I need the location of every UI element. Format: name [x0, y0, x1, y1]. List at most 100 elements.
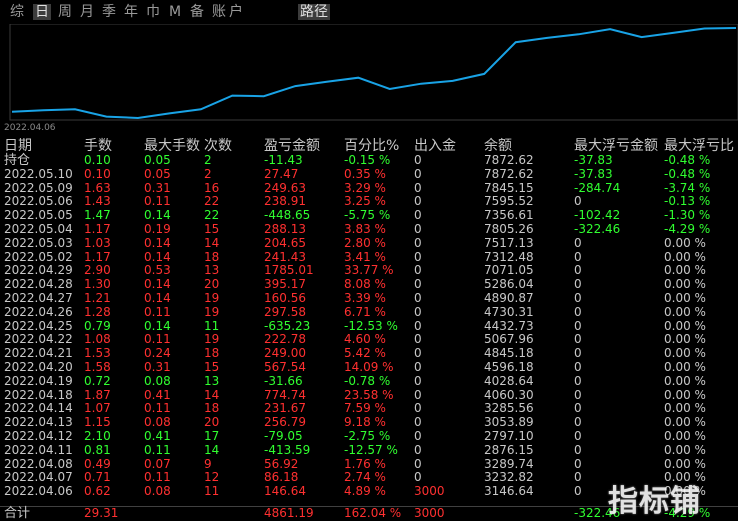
cell-maxfloatpct: 0.00 % — [664, 401, 706, 416]
cell-pnl: 27.47 — [264, 166, 299, 181]
cell-pct: 2.80 % — [344, 235, 386, 250]
cell-pnl: 241.43 — [264, 249, 306, 264]
table-row[interactable]: 2022.05.10 0.10 0.05 2 27.47 0.35 % 0 7872.62 -3… — [0, 166, 738, 182]
cell-pct: 8.08 % — [344, 277, 386, 292]
cell-balance: 4845.18 — [484, 346, 534, 361]
cell-count: 11 — [204, 484, 220, 499]
tab-summary[interactable]: 综 — [10, 4, 24, 20]
table-row[interactable]: 2022.04.18 1.87 0.41 14 774.74 23.58 % 0 4060.3… — [0, 387, 738, 403]
cell-date: 2022.04.27 — [4, 291, 73, 305]
table-row[interactable]: 2022.04.11 0.81 0.11 14 -413.59 -12.57 % 0 2876… — [0, 442, 738, 458]
table-row[interactable]: 2022.04.28 1.30 0.14 20 395.17 8.08 % 0 5286.04… — [0, 277, 738, 292]
route-button[interactable]: 路径 — [298, 4, 330, 20]
cell-balance: 5067.96 — [484, 332, 534, 347]
tab-weekly[interactable]: 周 — [58, 4, 72, 20]
table-row[interactable]: 2022.04.08 0.49 0.07 9 56.92 1.76 % 0 3289.74 0 0… — [0, 456, 738, 472]
cell-pnl: 297.58 — [264, 304, 306, 319]
cell-maxfloatpct: -1.30 % — [664, 208, 711, 223]
cell-pct: 2.74 % — [344, 470, 386, 485]
cell-date: 2022.04.25 — [4, 318, 73, 333]
cell-count: 22 — [204, 208, 220, 223]
cell-flow: 0 — [414, 429, 422, 443]
cell-flow: 3000 — [414, 484, 445, 499]
cell-balance: 4432.73 — [484, 318, 534, 333]
cell-maxfloatpct: 0.00 % — [664, 360, 706, 374]
tab-monthly[interactable]: 月 — [80, 4, 94, 20]
table-row[interactable]: 2022.04.21 1.53 0.24 18 249.00 5.42 % 0 4845.18… — [0, 346, 738, 361]
total-lots: 29.31 — [84, 506, 119, 520]
cell-maxfloatpct: 0.00 % — [664, 304, 706, 319]
cell-count: 2 — [204, 166, 212, 181]
cell-maxlots: 0.08 — [144, 373, 171, 388]
table-row[interactable]: 2022.05.05 1.47 0.14 22 -448.65 -5.75 % 0 7356.… — [0, 208, 738, 223]
cell-flow: 0 — [414, 291, 422, 305]
cell-balance: 5286.04 — [484, 277, 534, 292]
table-row[interactable]: 2022.04.20 1.58 0.31 15 567.54 14.09 % 0 4596.1… — [0, 360, 738, 375]
cell-maxfloat: 0 — [574, 249, 582, 264]
cell-date: 2022.05.06 — [4, 194, 73, 209]
table-row[interactable]: 2022.04.14 1.07 0.11 18 231.67 7.59 % 0 3285.56… — [0, 402, 738, 416]
cell-lots: 1.17 — [84, 249, 111, 264]
cell-maxfloatpct: 0.00 % — [664, 387, 706, 402]
cell-pnl: -448.65 — [264, 208, 311, 223]
cell-balance: 7595.52 — [484, 194, 534, 209]
table-row[interactable]: 2022.04.13 1.15 0.08 20 256.79 9.18 % 0 3053.89… — [0, 415, 738, 430]
cell-count: 14 — [204, 235, 220, 250]
tab-m[interactable]: M — [169, 4, 181, 20]
table-row[interactable]: 2022.04.26 1.28 0.11 19 297.58 6.71 % 0 4730.31… — [0, 304, 738, 320]
cell-maxlots: 0.11 — [144, 194, 171, 209]
cell-pct: -2.75 % — [344, 429, 391, 443]
table-row[interactable]: 2022.05.03 1.03 0.14 14 204.65 2.80 % 0 7517.13… — [0, 235, 738, 251]
tab-quarterly[interactable]: 季 — [102, 4, 116, 20]
table-row[interactable]: 2022.04.29 2.90 0.53 13 1785.01 33.77 % 0 7071.… — [0, 264, 738, 278]
cell-pct: -0.78 % — [344, 373, 391, 388]
table-row[interactable]: 2022.04.22 1.08 0.11 19 222.78 4.60 % 0 5067.96… — [0, 333, 738, 347]
tab-account[interactable]: 账 — [212, 4, 226, 20]
table-row[interactable]: 2022.04.25 0.79 0.14 11 -635.23 -12.53 % 0 4432… — [0, 318, 738, 334]
cell-maxfloat: -322.46 — [574, 222, 621, 236]
cell-count: 13 — [204, 373, 220, 388]
cell-flow: 0 — [414, 222, 422, 236]
table-row[interactable]: 2022.04.19 0.72 0.08 13 -31.66 -0.78 % 0 4028.6… — [0, 373, 738, 389]
cell-pnl: 249.63 — [264, 180, 306, 195]
cell-date: 2022.04.06 — [4, 484, 73, 499]
cell-maxfloatpct: 0.00 % — [664, 442, 706, 457]
balance-chart-panel — [0, 24, 738, 134]
cell-balance: 4060.30 — [484, 387, 534, 402]
cell-maxfloat: 0 — [574, 401, 582, 416]
cell-date: 2022.04.19 — [4, 373, 73, 388]
table-row[interactable]: 2022.05.04 1.17 0.19 15 288.13 3.83 % 0 7805.26… — [0, 222, 738, 237]
table-row-position[interactable]: 持仓 0.10 0.05 2 -11.43 -0.15 % 0 7872.62 -37.83 -0… — [0, 153, 738, 168]
cell-date: 2022.04.28 — [4, 277, 73, 292]
table-row[interactable]: 2022.05.06 1.43 0.11 22 238.91 3.25 % 0 7595.52… — [0, 195, 738, 209]
tab-backup[interactable]: 备 — [190, 4, 204, 20]
cell-maxfloat: 0 — [574, 373, 582, 388]
cell-date: 2022.05.10 — [4, 166, 73, 181]
table-row[interactable]: 2022.04.12 2.10 0.41 17 -79.05 -2.75 % 0 2797.1… — [0, 429, 738, 444]
cell-pnl: 1785.01 — [264, 263, 314, 278]
cell-maxlots: 0.14 — [144, 249, 171, 264]
cell-maxfloatpct: 0.00 % — [664, 318, 706, 333]
cell-pnl: 256.79 — [264, 415, 306, 430]
tab-yearly[interactable]: 年 — [124, 4, 138, 20]
cell-pnl: 56.92 — [264, 456, 299, 471]
cell-maxlots: 0.14 — [144, 235, 171, 250]
cell-date: 2022.05.03 — [4, 235, 73, 250]
cell-balance: 2876.15 — [484, 442, 534, 457]
cell-maxfloatpct: -0.48 % — [664, 153, 711, 167]
table-row[interactable]: 2022.05.02 1.17 0.14 18 241.43 3.41 % 0 7312.48… — [0, 249, 738, 265]
table-row[interactable]: 2022.05.09 1.63 0.31 16 249.63 3.29 % 0 7845.15… — [0, 180, 738, 196]
table-row[interactable]: 2022.04.27 1.21 0.14 19 160.56 3.39 % 0 4890.87… — [0, 291, 738, 306]
cell-balance: 7312.48 — [484, 249, 534, 264]
tab-cycle[interactable]: 巾 — [146, 4, 160, 20]
cell-lots: 1.53 — [84, 346, 111, 361]
tab-account-2[interactable]: 户 — [229, 4, 243, 20]
cell-balance: 3232.82 — [484, 470, 534, 485]
cell-lots: 1.28 — [84, 304, 111, 319]
cell-date: 2022.04.08 — [4, 456, 73, 471]
cell-lots: 1.21 — [84, 291, 111, 305]
cell-maxfloat: -37.83 — [574, 153, 613, 167]
tab-daily[interactable]: 日 — [33, 4, 51, 20]
cell-maxlots: 0.53 — [144, 263, 171, 278]
cell-date: 2022.04.14 — [4, 401, 73, 416]
